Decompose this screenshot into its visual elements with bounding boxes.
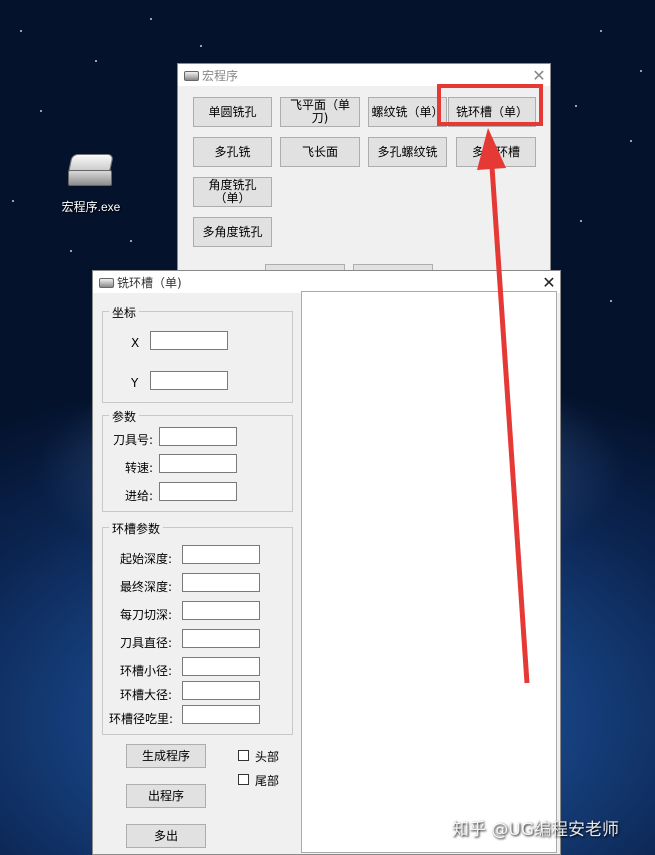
- output-program-button[interactable]: 出程序: [126, 784, 206, 808]
- x-input[interactable]: [150, 331, 228, 350]
- close-icon[interactable]: ✕: [538, 271, 560, 293]
- final-depth-input[interactable]: [182, 573, 260, 592]
- coord-group-title: 坐标: [109, 304, 140, 321]
- tool-diameter-input[interactable]: [182, 629, 260, 648]
- thread-mill-single-button[interactable]: 螺纹铣（单）: [368, 97, 447, 127]
- param-group: 参数 刀具号: 转速: 进给:: [102, 408, 293, 512]
- generate-program-button[interactable]: 生成程序: [126, 744, 206, 768]
- groove-stepover-label: 环槽径吃里:: [109, 712, 174, 726]
- head-checkbox-label: 头部: [255, 750, 280, 764]
- x-label: X: [131, 336, 140, 350]
- start-depth-input[interactable]: [182, 545, 260, 564]
- titlebar: 铣环槽（单) ✕: [93, 271, 560, 293]
- app-drive-icon: [66, 148, 116, 192]
- groove-params-group: 环槽参数 起始深度: 最终深度: 每刀切深: 刀具直径: 环槽小径: 环槽大径:…: [102, 520, 293, 735]
- groove-stepover-input[interactable]: [182, 705, 260, 724]
- spindle-speed-input[interactable]: [159, 454, 237, 473]
- watermark-text: 知乎 @UG编程安老师: [452, 820, 620, 840]
- groove-min-dia-input[interactable]: [182, 657, 260, 676]
- fly-long-face-button[interactable]: 飞长面: [280, 137, 360, 167]
- multi-hole-thread-button[interactable]: 多孔螺纹铣: [368, 137, 447, 167]
- head-checkbox[interactable]: [238, 750, 249, 761]
- depth-per-pass-label: 每刀切深:: [120, 608, 173, 622]
- multi-angle-hole-button[interactable]: 多角度铣孔: [193, 217, 272, 247]
- y-input[interactable]: [150, 371, 228, 390]
- groove-min-dia-label: 环槽小径:: [120, 664, 173, 678]
- tool-diameter-label: 刀具直径:: [120, 636, 173, 650]
- param-group-title: 参数: [109, 408, 140, 425]
- groove-max-dia-label: 环槽大径:: [120, 688, 173, 702]
- depth-per-pass-input[interactable]: [182, 601, 260, 620]
- window-title: 宏程序: [202, 68, 239, 83]
- coord-group: 坐标 X Y: [102, 304, 293, 403]
- window-title: 铣环槽（单): [117, 275, 182, 290]
- multi-hole-mill-button[interactable]: 多孔铣: [193, 137, 272, 167]
- tool-number-input[interactable]: [159, 427, 237, 446]
- y-label: Y: [131, 376, 139, 390]
- multi-output-button[interactable]: 多出: [126, 824, 206, 848]
- angle-hole-single-button[interactable]: 角度铣孔（单）: [193, 177, 272, 207]
- app-icon: [99, 277, 114, 288]
- desktop-app-icon[interactable]: 宏程序.exe: [58, 148, 124, 215]
- ring-groove-window: 铣环槽（单) ✕ 坐标 X Y 参数 刀具号: 转速: 进给: 环槽参数 起始深…: [92, 270, 561, 855]
- close-icon[interactable]: ✕: [528, 64, 550, 86]
- app-icon: [184, 70, 199, 81]
- tail-checkbox[interactable]: [238, 774, 249, 785]
- multi-ring-groove-button[interactable]: 多铣环槽: [456, 137, 536, 167]
- feed-input[interactable]: [159, 482, 237, 501]
- spindle-speed-label: 转速:: [125, 461, 154, 475]
- groove-max-dia-input[interactable]: [182, 681, 260, 700]
- feed-label: 进给:: [125, 489, 154, 503]
- tool-number-label: 刀具号:: [113, 433, 154, 447]
- tail-checkbox-label: 尾部: [255, 774, 280, 788]
- highlight-box: [437, 84, 543, 126]
- groove-group-title: 环槽参数: [109, 520, 164, 537]
- fly-face-single-button[interactable]: 飞平面（单刀): [280, 97, 360, 127]
- program-output-textarea[interactable]: [301, 291, 557, 853]
- start-depth-label: 起始深度:: [120, 552, 173, 566]
- final-depth-label: 最终深度:: [120, 580, 173, 594]
- titlebar: 宏程序 ✕: [178, 64, 550, 86]
- desktop-icon-label: 宏程序.exe: [61, 200, 121, 214]
- single-circle-mill-button[interactable]: 单圆铣孔: [193, 97, 272, 127]
